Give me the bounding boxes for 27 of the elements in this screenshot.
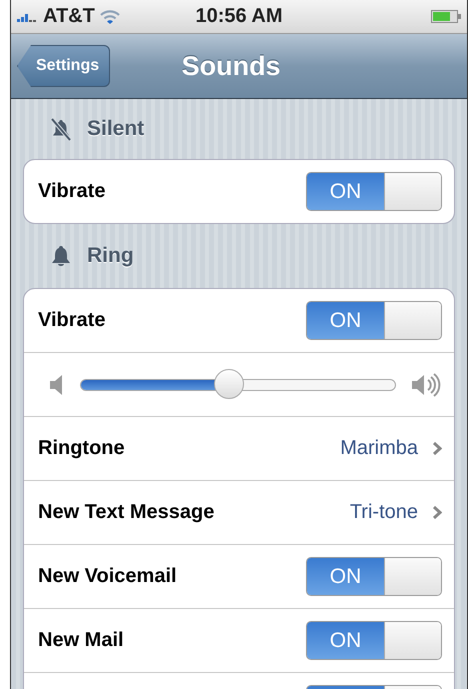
chevron-icon [432, 441, 442, 456]
setting-label: Vibrate [38, 309, 106, 332]
volume-slider[interactable] [80, 368, 396, 400]
screen-title: Sounds [182, 50, 281, 82]
setting-label: Ringtone [38, 437, 126, 460]
back-button[interactable]: Settings [17, 45, 110, 87]
setting-label: New Voicemail [38, 565, 178, 588]
setting-label: New Mail [38, 629, 125, 652]
chevron-icon [432, 505, 442, 520]
wifi-icon [98, 8, 121, 24]
toggle-switch[interactable]: ON [306, 172, 442, 211]
setting-value: Marimba [340, 437, 418, 460]
section-header: Ring [87, 244, 134, 268]
toggle-switch[interactable]: ON [306, 301, 442, 340]
setting-label: Vibrate [38, 180, 106, 203]
status-time: 10:56 AM [195, 5, 283, 28]
battery-icon [431, 10, 461, 23]
signal-icon [17, 12, 39, 22]
volume-low-icon [50, 374, 64, 394]
section-header: Silent [87, 117, 144, 141]
bell-icon [49, 244, 73, 268]
setting-value: Tri-tone [350, 501, 418, 524]
toggle-switch[interactable]: ON [306, 621, 442, 660]
carrier-name: AT&T [43, 5, 95, 28]
setting-label: New Text Message [38, 501, 216, 524]
toggle-switch[interactable]: ON [306, 557, 442, 596]
muted-bell-icon [49, 117, 73, 141]
